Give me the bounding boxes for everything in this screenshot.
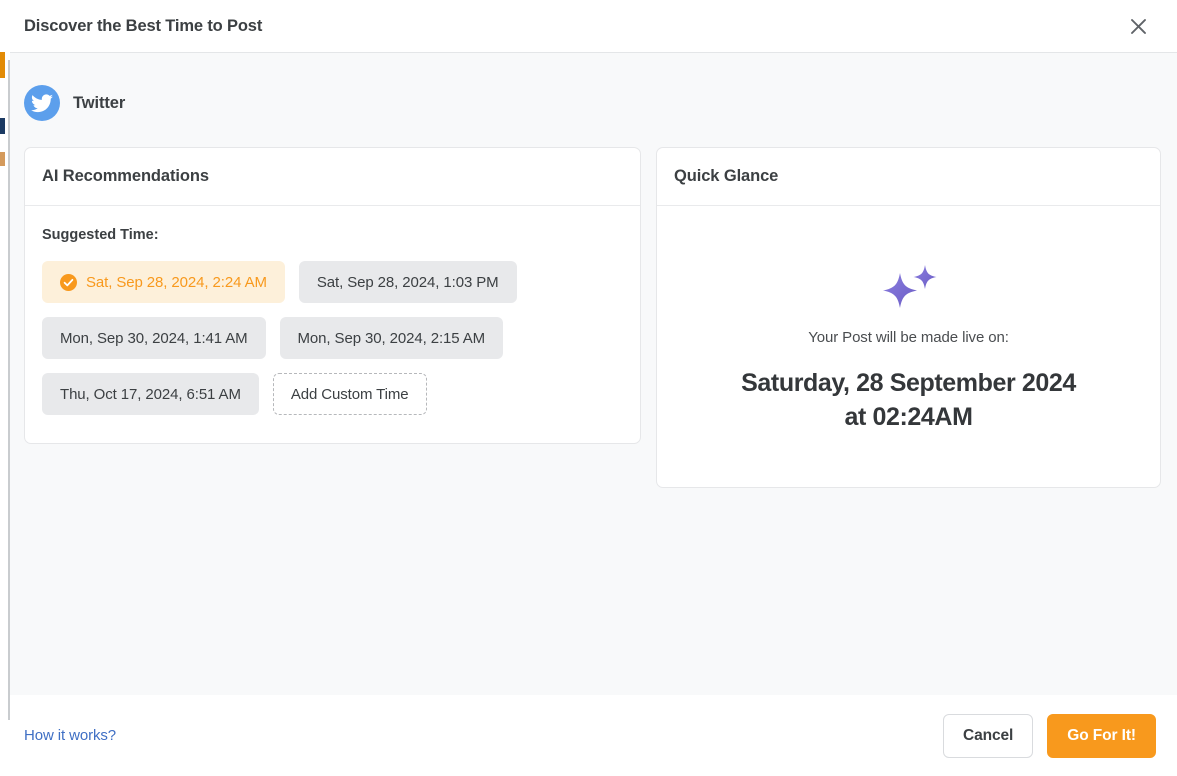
best-time-to-post-modal: Discover the Best Time to Post Twitter A… bbox=[10, 0, 1177, 776]
time-chip[interactable]: Thu, Oct 17, 2024, 6:51 AM bbox=[42, 373, 259, 415]
add-custom-time-button[interactable]: Add Custom Time bbox=[272, 373, 427, 415]
underlying-page-edge bbox=[0, 0, 10, 776]
quick-glance-header: Quick Glance bbox=[657, 148, 1160, 206]
quick-glance-panel: Quick Glance Your Post will be made live… bbox=[656, 147, 1161, 488]
time-chip[interactable]: Mon, Sep 30, 2024, 1:41 AM bbox=[42, 317, 266, 359]
how-it-works-link[interactable]: How it works? bbox=[24, 727, 116, 744]
channel-row: Twitter bbox=[24, 53, 1163, 147]
avatar bbox=[24, 85, 60, 121]
ai-recommendations-header: AI Recommendations bbox=[25, 148, 640, 206]
quick-glance-subtitle: Your Post will be made live on: bbox=[808, 329, 1009, 346]
quick-glance-time: at 02:24AM bbox=[844, 402, 973, 431]
go-for-it-button[interactable]: Go For It! bbox=[1047, 713, 1156, 758]
panels-container: AI Recommendations Suggested Time: Sat, … bbox=[24, 147, 1163, 488]
close-icon bbox=[1130, 18, 1146, 34]
twitter-bird-icon bbox=[31, 93, 53, 112]
modal-body: Twitter AI Recommendations Suggested Tim… bbox=[10, 53, 1177, 695]
time-chip-label: Thu, Oct 17, 2024, 6:51 AM bbox=[60, 385, 241, 403]
modal-header: Discover the Best Time to Post bbox=[10, 0, 1177, 53]
background-sliver-navy bbox=[0, 118, 5, 134]
suggested-time-label: Suggested Time: bbox=[42, 227, 159, 243]
time-chip-label: Mon, Sep 30, 2024, 1:41 AM bbox=[60, 329, 248, 347]
background-sliver-orange bbox=[0, 52, 5, 78]
sparkles-icon bbox=[882, 265, 936, 308]
sparkle-wrap bbox=[878, 263, 940, 315]
time-chip[interactable]: Mon, Sep 30, 2024, 2:15 AM bbox=[279, 317, 504, 359]
footer-actions: Cancel Go For It! bbox=[943, 713, 1156, 758]
page-title: Discover the Best Time to Post bbox=[24, 16, 263, 35]
ai-recommendations-title: AI Recommendations bbox=[42, 167, 209, 185]
background-sliver-tan bbox=[0, 152, 5, 166]
time-chip-label: Sat, Sep 28, 2024, 2:24 AM bbox=[86, 273, 267, 291]
time-chip[interactable]: Sat, Sep 28, 2024, 1:03 PM bbox=[298, 261, 517, 303]
modal-footer: How it works? Cancel Go For It! bbox=[10, 695, 1177, 776]
time-chip-label: Sat, Sep 28, 2024, 1:03 PM bbox=[316, 273, 499, 291]
channel-name: Twitter bbox=[73, 93, 126, 112]
check-circle-icon bbox=[60, 273, 77, 291]
cancel-button[interactable]: Cancel bbox=[943, 713, 1034, 758]
ai-recommendations-body: Suggested Time: Sat, Sep 28, 2024, 2:24 … bbox=[25, 206, 640, 443]
suggested-time-chip-list: Sat, Sep 28, 2024, 2:24 AM Sat, Sep 28, … bbox=[42, 261, 572, 415]
quick-glance-body: Your Post will be made live on: Saturday… bbox=[657, 206, 1160, 487]
add-custom-time-label: Add Custom Time bbox=[290, 385, 409, 403]
time-chip-label: Mon, Sep 30, 2024, 2:15 AM bbox=[297, 329, 486, 347]
quick-glance-title: Quick Glance bbox=[674, 167, 779, 185]
quick-glance-datetime: Saturday, 28 September 2024 at 02:24AM bbox=[741, 367, 1076, 434]
ai-recommendations-panel: AI Recommendations Suggested Time: Sat, … bbox=[24, 147, 641, 444]
time-chip-selected[interactable]: Sat, Sep 28, 2024, 2:24 AM bbox=[42, 261, 285, 303]
close-button[interactable] bbox=[1121, 9, 1155, 43]
quick-glance-date: Saturday, 28 September 2024 bbox=[741, 369, 1076, 397]
